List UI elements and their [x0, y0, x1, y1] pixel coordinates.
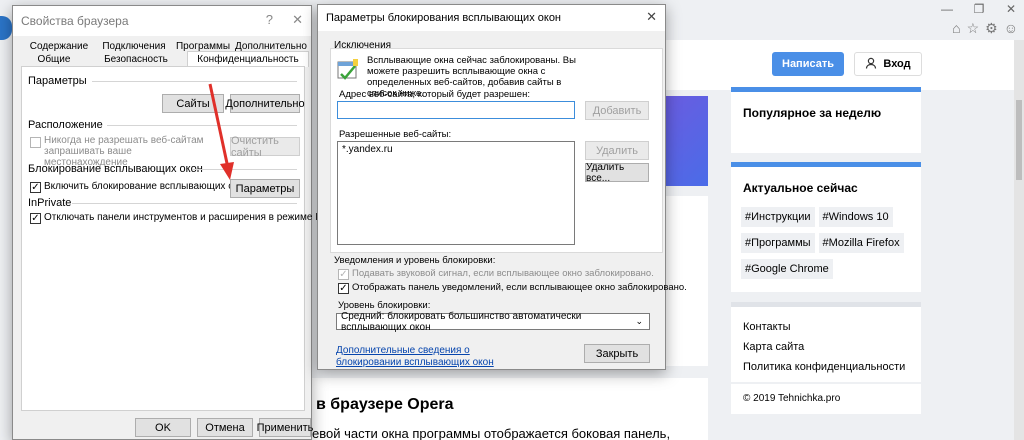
params-group-label: Параметры — [28, 75, 87, 87]
help-icon[interactable]: ? — [266, 12, 273, 27]
allowed-sites-list[interactable]: *.yandex.ru — [337, 141, 575, 245]
list-item[interactable]: *.yandex.ru — [342, 144, 393, 155]
settings-gear-icon[interactable]: ⚙ — [985, 20, 998, 37]
notifications-label: Уведомления и уровень блокировки: — [334, 255, 496, 266]
browser-toolbar-icons: ⌂ ☆ ⚙ ☺ — [952, 20, 1018, 37]
exceptions-panel: Всплывающие окна сейчас заблокированы. В… — [330, 48, 663, 253]
copyright-text: © 2019 Tehnichka.pro — [743, 393, 841, 404]
apply-button-label: Применить — [256, 421, 314, 434]
level-label: Уровень блокировки: — [338, 300, 431, 311]
window-controls: — ❐ ✕ — [938, 2, 1020, 16]
tag-item[interactable]: #Mozilla Firefox — [818, 233, 904, 253]
tag-item[interactable]: #Программы — [741, 233, 815, 253]
annotation-arrow-icon — [208, 83, 234, 180]
widget-trending: Актуальное сейчас #Инструкции #Windows 1… — [731, 162, 921, 292]
add-button[interactable]: Добавить — [585, 101, 649, 120]
group-divider — [72, 203, 297, 204]
apply-button[interactable]: Применить — [256, 418, 314, 437]
close-icon[interactable]: ✕ — [646, 9, 657, 25]
widget-trending-title: Актуальное сейчас — [743, 181, 858, 195]
article-text: евой части окна программы отображается б… — [312, 426, 671, 440]
smiley-icon[interactable]: ☺ — [1004, 20, 1018, 37]
blocking-level-select[interactable]: Средний: блокировать большинство автомат… — [336, 310, 650, 333]
close-window-icon[interactable]: ✕ — [1002, 2, 1020, 16]
address-label: Адрес веб-сайта, который будет разрешен: — [339, 89, 530, 100]
login-button[interactable]: Вход — [854, 52, 922, 76]
sound-checkbox[interactable]: ✓ — [338, 269, 349, 280]
remove-all-button-label: Удалить все... — [586, 161, 625, 184]
restore-icon[interactable]: ❐ — [970, 2, 988, 16]
widget-popular-title: Популярное за неделю — [743, 106, 882, 120]
remove-all-button[interactable]: Удалить все... — [585, 161, 649, 184]
promo-banner[interactable] — [664, 96, 708, 186]
login-button-label: Вход — [883, 58, 911, 70]
write-button-label: Написать — [782, 58, 834, 70]
page-scrollbar[interactable] — [1014, 40, 1024, 440]
tab-security[interactable]: Безопасность — [99, 52, 173, 66]
browser-back-tab[interactable] — [0, 16, 12, 40]
scrollbar-thumb[interactable] — [1016, 100, 1022, 180]
tab-connections[interactable]: Подключения — [97, 39, 171, 53]
footer-links: Контакты Карта сайта Политика конфиденци… — [743, 321, 909, 373]
cancel-button-label: Отмена — [205, 421, 245, 434]
close-button-label: Закрыть — [595, 347, 639, 360]
user-icon — [865, 57, 877, 72]
footer-link-privacy[interactable]: Политика конфиденциальности — [743, 361, 909, 373]
blocking-level-value: Средний: блокировать большинство автомат… — [341, 310, 582, 333]
favorites-star-icon[interactable]: ☆ — [967, 20, 980, 37]
more-info-link[interactable]: Дополнительные сведения о блокировании в… — [336, 345, 516, 369]
dialog-title: Параметры блокирования всплывающих окон — [326, 12, 562, 24]
tag-list: #Инструкции #Windows 10 #Программы #Mozi… — [741, 207, 911, 279]
popup-group-label: Блокирование всплывающих окон — [28, 163, 203, 175]
write-button[interactable]: Написать — [772, 52, 844, 76]
browser-properties-dialog: Свойства браузера ? ✕ Содержание Подключ… — [12, 5, 355, 440]
dialog-titlebar[interactable]: Параметры блокирования всплывающих окон … — [318, 5, 665, 31]
inprivate-group-label: InPrivate — [28, 197, 72, 209]
popup-block-checkbox[interactable]: ✓ — [30, 182, 41, 193]
tag-item[interactable]: #Windows 10 — [818, 207, 893, 227]
notify-bar-checkbox-label: Отображать панель уведомлений, если вспл… — [352, 282, 687, 293]
widget-popular: Популярное за неделю — [731, 87, 921, 153]
inprivate-checkbox[interactable]: ✓ — [30, 213, 41, 224]
inprivate-checkbox-label: Отключать панели инструментов и расширен… — [44, 212, 355, 223]
tab-general[interactable]: Общие — [23, 52, 85, 66]
chevron-down-icon: ⌄ — [635, 316, 643, 326]
close-icon[interactable]: ✕ — [292, 12, 303, 28]
tag-item[interactable]: #Google Chrome — [741, 259, 833, 279]
content-card — [664, 196, 708, 366]
ok-button[interactable]: OK — [135, 418, 191, 437]
footer-link-contacts[interactable]: Контакты — [743, 321, 909, 333]
article-title: в браузере Opera — [316, 396, 454, 413]
remove-button-label: Удалить — [596, 144, 638, 157]
cancel-button[interactable]: Отмена — [197, 418, 253, 437]
location-checkbox[interactable] — [30, 137, 41, 148]
dialog-title: Свойства браузера — [21, 14, 129, 28]
add-button-label: Добавить — [592, 104, 642, 117]
footer-link-sitemap[interactable]: Карта сайта — [743, 341, 909, 353]
tab-privacy[interactable]: Конфиденциальность — [187, 51, 309, 67]
close-button[interactable]: Закрыть — [584, 344, 650, 363]
location-group-label: Расположение — [28, 119, 103, 131]
minimize-icon[interactable]: — — [938, 2, 956, 16]
dialog-titlebar[interactable]: Свойства браузера ? ✕ — [13, 6, 311, 36]
ok-button-label: OK — [155, 421, 171, 434]
group-divider — [92, 81, 297, 82]
home-icon[interactable]: ⌂ — [952, 20, 960, 37]
allowed-sites-label: Разрешенные веб-сайты: — [339, 129, 452, 140]
notify-bar-checkbox[interactable]: ✓ — [338, 283, 349, 294]
address-input[interactable] — [337, 101, 575, 119]
remove-button[interactable]: Удалить — [585, 141, 649, 160]
tab-content[interactable]: Содержание — [23, 39, 95, 53]
tag-item[interactable]: #Инструкции — [741, 207, 815, 227]
sound-checkbox-label: Подавать звуковой сигнал, если всплывающ… — [352, 268, 654, 279]
widget-footer-links: Контакты Карта сайта Политика конфиденци… — [731, 302, 921, 382]
popup-blocker-settings-dialog: Параметры блокирования всплывающих окон … — [317, 4, 687, 370]
popup-blocked-icon — [337, 59, 359, 84]
tab-panel-privacy: Параметры Сайты Дополнительно Расположен… — [21, 66, 355, 411]
